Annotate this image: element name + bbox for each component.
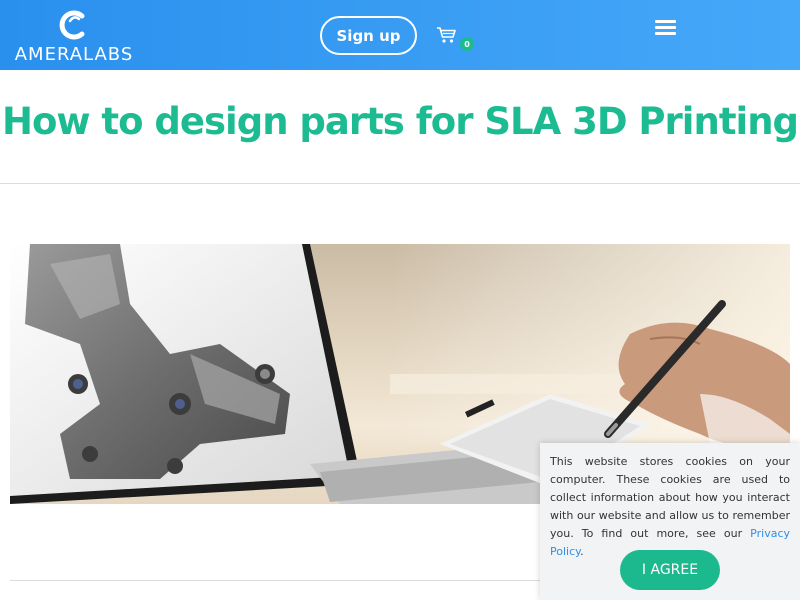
logo-text: AMERALABS	[10, 44, 138, 65]
cart-button[interactable]: 0	[436, 26, 476, 51]
shopping-cart-icon	[437, 27, 456, 43]
hamburger-menu-icon[interactable]	[654, 18, 678, 38]
logo-text-light: LABS	[83, 44, 134, 65]
amera-labs-logo-icon	[59, 10, 85, 40]
agree-button[interactable]: I AGREE	[620, 550, 720, 590]
cart-count-badge: 0	[460, 37, 474, 51]
logo-text-bold: AMERA	[14, 44, 84, 65]
site-logo[interactable]: AMERALABS	[10, 8, 138, 65]
signup-button[interactable]: Sign up	[320, 16, 417, 55]
page-title: How to design parts for SLA 3D Printing	[1, 100, 799, 143]
title-divider	[0, 183, 800, 184]
cookie-message: This website stores cookies on your comp…	[550, 455, 790, 558]
site-header: AMERALABS Sign up 0	[0, 0, 800, 70]
cookie-banner: This website stores cookies on your comp…	[540, 443, 800, 600]
